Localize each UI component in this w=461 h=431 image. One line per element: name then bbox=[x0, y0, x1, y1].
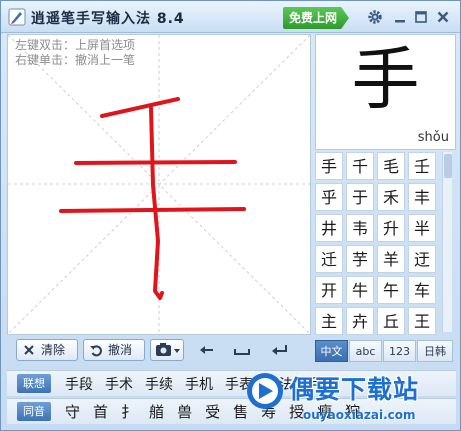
pad-toolbar: 清除 撤消 bbox=[7, 339, 311, 363]
candidate-cell[interactable]: 牛 bbox=[346, 276, 374, 304]
candidate-cell[interactable]: 丘 bbox=[377, 307, 405, 335]
mode-tab-abc[interactable]: abc bbox=[349, 340, 382, 362]
candidate-cell[interactable]: 迁 bbox=[315, 245, 343, 273]
pad-canvas[interactable] bbox=[8, 35, 310, 334]
candidate-cell[interactable]: 于 bbox=[346, 183, 374, 211]
candidate-cell[interactable]: 芋 bbox=[346, 245, 374, 273]
watermark-url: ouyaoxiazai.com bbox=[303, 408, 416, 422]
candidate-cell[interactable]: 韦 bbox=[346, 214, 374, 242]
candidate-cell[interactable]: 车 bbox=[408, 276, 436, 304]
candidate-cell[interactable]: 丰 bbox=[408, 183, 436, 211]
space-icon[interactable] bbox=[232, 341, 252, 359]
candidate-cell[interactable]: 卉 bbox=[346, 307, 374, 335]
homophone-item[interactable]: 兽 bbox=[177, 402, 192, 422]
undo-icon bbox=[90, 345, 102, 357]
preview-pinyin: shǒu bbox=[417, 130, 449, 145]
camera-icon bbox=[156, 343, 180, 356]
candidate-grid: 手千毛壬乎于禾丰井韦升半迁芋羊迂开牛午车主卉丘王 bbox=[315, 152, 456, 336]
homophone-item[interactable]: 受 bbox=[205, 402, 220, 422]
maximize-icon[interactable] bbox=[413, 9, 429, 25]
free-internet-button[interactable]: 免费上网 bbox=[283, 7, 349, 29]
candidate-cell[interactable]: 迂 bbox=[408, 245, 436, 273]
association-item[interactable]: 手续 bbox=[145, 375, 173, 394]
character-preview[interactable]: 手 shǒu bbox=[315, 34, 456, 150]
scrollbar-thumb[interactable] bbox=[444, 154, 452, 178]
ink-strokes bbox=[59, 97, 246, 300]
candidate-cell[interactable]: 禾 bbox=[377, 183, 405, 211]
homophone-item[interactable]: 首 bbox=[93, 402, 108, 422]
handwriting-pad[interactable]: 左键双击：上屏首选项 右键单击：撤消上一笔 bbox=[7, 34, 311, 335]
candidate-cell[interactable]: 壬 bbox=[408, 152, 436, 180]
undo-label: 撤消 bbox=[108, 343, 133, 357]
watermark-text: 偶要下载站 bbox=[289, 375, 420, 404]
stroke-4 bbox=[149, 106, 164, 300]
gear-icon[interactable] bbox=[367, 9, 383, 25]
x-icon bbox=[24, 345, 34, 355]
candidate-cell[interactable]: 半 bbox=[408, 214, 436, 242]
pad-guide-lines bbox=[8, 35, 310, 334]
candidate-cell[interactable]: 毛 bbox=[377, 152, 405, 180]
association-item[interactable]: 手术 bbox=[105, 375, 133, 394]
homophone-item[interactable]: 守 bbox=[65, 402, 80, 422]
watermark-logo-icon bbox=[247, 373, 283, 409]
candidate-cell[interactable]: 升 bbox=[377, 214, 405, 242]
association-tag[interactable]: 联想 bbox=[17, 374, 51, 393]
homophone-item[interactable]: 扌 bbox=[121, 402, 136, 422]
candidate-cell[interactable]: 乎 bbox=[315, 183, 343, 211]
camera-button[interactable] bbox=[150, 339, 184, 361]
minimize-icon[interactable] bbox=[392, 9, 408, 25]
window-title: 逍遥笔手写输入法 8.4 bbox=[31, 11, 185, 27]
candidate-cell[interactable]: 王 bbox=[408, 307, 436, 335]
stroke-3 bbox=[59, 207, 246, 213]
title-bar[interactable]: 逍遥笔手写输入法 8.4 免费上网 bbox=[1, 1, 460, 33]
association-item[interactable]: 手段 bbox=[65, 375, 93, 394]
backspace-icon[interactable] bbox=[197, 341, 217, 359]
enter-icon[interactable] bbox=[269, 341, 289, 359]
pen-app-icon bbox=[8, 8, 26, 26]
candidate-cell[interactable]: 主 bbox=[315, 307, 343, 335]
clear-button[interactable]: 清除 bbox=[16, 339, 78, 361]
candidate-cell[interactable]: 井 bbox=[315, 214, 343, 242]
candidate-scrollbar[interactable] bbox=[442, 152, 452, 332]
stroke-2 bbox=[74, 160, 237, 165]
candidate-cell[interactable]: 手 bbox=[315, 152, 343, 180]
mode-tab-japanese-korean[interactable]: 日韩 bbox=[417, 340, 453, 362]
homophone-tag[interactable]: 同音 bbox=[17, 402, 51, 421]
input-mode-tabs: 中文 abc 123 日韩 bbox=[315, 340, 456, 362]
association-item[interactable]: 手机 bbox=[185, 375, 213, 394]
candidate-cell[interactable]: 千 bbox=[346, 152, 374, 180]
undo-button[interactable]: 撤消 bbox=[83, 339, 145, 361]
close-icon[interactable] bbox=[435, 9, 451, 25]
candidate-cell[interactable]: 午 bbox=[377, 276, 405, 304]
handwriting-ime-window: 逍遥笔手写输入法 8.4 免费上网 左键双击：上屏首选项 右键单击：撤消上一笔 bbox=[0, 0, 461, 431]
candidate-cell[interactable]: 开 bbox=[315, 276, 343, 304]
site-watermark: 偶要下载站 ouyaoxiazai.com bbox=[243, 368, 457, 430]
candidate-cell[interactable]: 羊 bbox=[377, 245, 405, 273]
mode-tab-123[interactable]: 123 bbox=[383, 340, 416, 362]
mode-tab-chinese[interactable]: 中文 bbox=[315, 340, 348, 362]
homophone-item[interactable]: 艏 bbox=[149, 402, 164, 422]
preview-character: 手 bbox=[351, 41, 420, 120]
clear-label: 清除 bbox=[41, 343, 66, 357]
stroke-1 bbox=[100, 97, 180, 118]
